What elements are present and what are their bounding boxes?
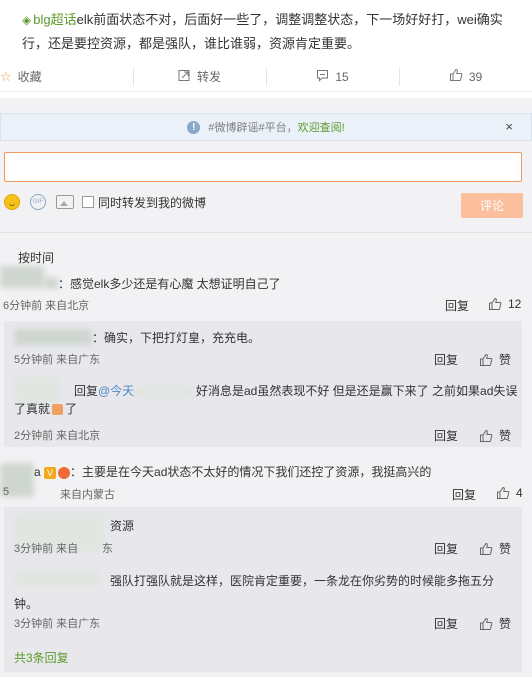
reply-button[interactable]: 回复 (452, 486, 476, 503)
reply-like-button[interactable]: 赞 (479, 427, 511, 444)
post-text: elk前面状态不对，后面好一些了，调整调整状态，下一场好好打，wei确实行，还是… (22, 12, 503, 51)
like-label: 赞 (499, 542, 512, 556)
sync-label: 同时转发到我的微博 (98, 195, 207, 210)
reply-text: 好消息是ad虽然表现不好 但是还是赢下来了 之前如果ad失误了真就了 (14, 382, 524, 418)
member-badge-icon (58, 466, 71, 479)
emoji-icon[interactable] (4, 194, 20, 210)
repost-icon (178, 69, 191, 85)
reply-like-button[interactable]: 赞 (479, 351, 511, 368)
comment-meta-prefix: 5 (3, 486, 10, 498)
comment-text: ：感觉elk多少还是有心魔 太想证明自己了 (58, 277, 281, 291)
repost-button[interactable]: 转发 (133, 62, 266, 91)
comment-header: a V ：主要是在今天ad状态不太好的情况下我们还控了资源，我挺高兴的 (34, 463, 431, 481)
notice-link[interactable]: 欢迎查阅! (298, 119, 345, 135)
avatar[interactable] (14, 329, 92, 345)
reply-button[interactable]: 回复 (434, 615, 458, 632)
emoji-icon (52, 404, 64, 416)
verified-badge-icon: V (44, 466, 57, 479)
info-icon: ! (187, 120, 201, 134)
reply-text: 资源 (110, 519, 135, 533)
like-label: 赞 (499, 429, 512, 443)
close-icon[interactable]: × (505, 119, 513, 134)
divider (0, 232, 532, 233)
like-label: 赞 (499, 617, 512, 631)
show-all-replies-link[interactable]: 共3条回复 (14, 649, 69, 666)
thumbs-up-icon (488, 297, 502, 311)
like-count: 39 (468, 69, 483, 84)
star-icon: ☆ (0, 68, 12, 84)
reply-button[interactable]: 回复 (434, 540, 458, 557)
reply-meta: 3分钟前 来自 (14, 543, 79, 555)
comment-like-button[interactable]: 12 (488, 297, 521, 311)
reply-button[interactable]: 回复 (434, 427, 458, 444)
reply-button[interactable]: 回复 (434, 351, 458, 368)
reply-like-button[interactable]: 赞 (479, 615, 511, 632)
reply-meta: 2分钟前 来自北京 (14, 430, 101, 442)
thumbs-up-icon (496, 486, 510, 500)
favorite-button[interactable]: ☆ 收藏 (0, 62, 133, 91)
rumor-notice: ! #微博辟谣#平台， 欢迎查阅! × (0, 113, 532, 141)
thumbs-up-icon (479, 429, 493, 443)
diamond-icon: ◈ (22, 13, 32, 27)
avatar[interactable] (0, 266, 44, 288)
comment-meta: 6分钟前 来自北京 (3, 300, 90, 312)
comment-count: 15 (335, 69, 349, 84)
post-body: ◈ blg超话elk前面状态不对，后面好一些了，调整调整状态，下一场好好打，wei… (0, 0, 532, 56)
like-count: 4 (516, 486, 523, 500)
image-icon[interactable] (56, 195, 74, 209)
comment-like-button[interactable]: 4 (496, 486, 523, 500)
username[interactable] (44, 277, 58, 289)
thumbs-up-icon (479, 353, 493, 367)
reply-meta: 3分钟前 来自广东 (14, 618, 101, 630)
action-bar: ☆ 收藏 转发 15 39 (0, 62, 532, 92)
comment-button[interactable]: 15 (266, 62, 399, 91)
favorite-label: 收藏 (17, 70, 42, 84)
composer-tools: GIF 同时转发到我的微博 (4, 191, 206, 213)
reply-like-button[interactable]: 赞 (479, 540, 511, 557)
reply-meta-suffix: 东 (102, 543, 113, 555)
reply-text-body: 好消息是ad虽然表现不好 但是还是赢下来了 之前如果ad失误了真就 (14, 384, 518, 416)
comment-input[interactable] (4, 152, 522, 182)
comment-meta: 来自内蒙古 (60, 489, 115, 501)
gif-icon[interactable]: GIF (30, 194, 46, 210)
reply-button[interactable]: 回复 (445, 297, 469, 314)
notice-text: #微博辟谣#平台， (208, 122, 298, 134)
reply-meta: 5分钟前 来自广东 (14, 354, 101, 366)
submit-comment-button[interactable]: 评论 (461, 193, 523, 218)
thumbs-up-icon (479, 617, 493, 631)
reply-text: ：确实，下把打灯皇，充充电。 (92, 331, 261, 345)
like-button[interactable]: 39 (399, 62, 532, 91)
sync-checkbox[interactable] (82, 196, 94, 208)
topic-link[interactable]: blg超话 (33, 12, 76, 27)
like-label: 赞 (499, 353, 512, 367)
like-count: 12 (508, 297, 522, 311)
thumbs-up-icon (479, 542, 493, 556)
reply-text-suffix: 了 (65, 402, 78, 416)
thumbs-up-icon (449, 68, 463, 85)
reply-text: 强队打强队就是这样，医院肯定重要，一条龙在你劣势的时候能多拖五分钟。 (14, 574, 495, 611)
username-tail[interactable]: a (34, 465, 41, 479)
comment-text: ：主要是在今天ad状态不太好的情况下我们还控了资源，我挺高兴的 (70, 465, 432, 479)
comment-icon (316, 69, 329, 85)
sort-by-time[interactable]: 按时间 (18, 249, 54, 266)
repost-label: 转发 (196, 70, 221, 84)
